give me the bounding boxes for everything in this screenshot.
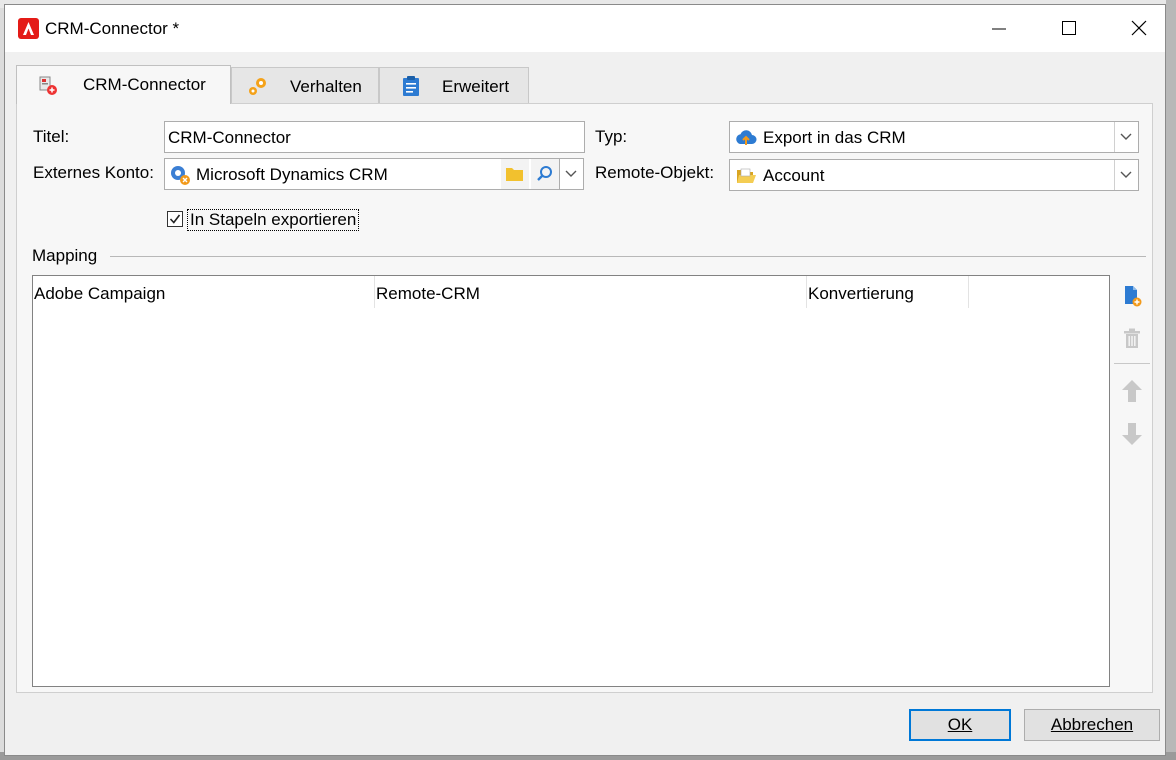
externes-konto-label: Externes Konto:	[33, 163, 154, 182]
cancel-button-label: Abbrechen	[1050, 715, 1134, 734]
externes-konto-value: Microsoft Dynamics CRM	[196, 165, 388, 184]
chevron-down-icon[interactable]	[1114, 122, 1138, 152]
window-title: CRM-Connector *	[45, 19, 180, 38]
add-mapping-icon[interactable]	[1118, 282, 1146, 310]
crm-connector-dialog: CRM-Connector * CRM-Connector Verhalten …	[4, 4, 1166, 756]
column-separator[interactable]	[374, 276, 375, 308]
column-header-remote-crm[interactable]: Remote-CRM	[376, 284, 480, 304]
remote-objekt-select[interactable]: Account	[729, 159, 1139, 191]
titel-input[interactable]: CRM-Connector	[164, 121, 585, 153]
typ-value: Export in das CRM	[763, 128, 906, 147]
background-right-edge	[1166, 0, 1176, 760]
title-bar[interactable]: CRM-Connector *	[5, 5, 1165, 52]
column-header-adobe-campaign[interactable]: Adobe Campaign	[34, 284, 165, 304]
mapping-table[interactable]: Adobe Campaign Remote-CRM Konvertierung	[32, 275, 1110, 687]
arrow-down-icon[interactable]	[1118, 420, 1146, 448]
adobe-app-icon	[18, 18, 39, 39]
batch-export-checkbox[interactable]	[167, 211, 183, 227]
maximize-button[interactable]	[1034, 5, 1104, 52]
arrow-up-icon[interactable]	[1118, 377, 1146, 405]
search-icon[interactable]	[531, 159, 559, 189]
titel-label: Titel:	[33, 127, 70, 146]
minimize-button[interactable]	[964, 5, 1034, 52]
column-separator[interactable]	[806, 276, 807, 308]
tab-verhalten-label: Verhalten	[290, 77, 362, 96]
crm-connector-icon	[37, 75, 59, 97]
column-header-konvertierung[interactable]: Konvertierung	[808, 284, 914, 304]
tab-crm-connector[interactable]: CRM-Connector	[16, 65, 231, 104]
clipboard-icon	[400, 75, 422, 97]
mapping-group-label: Mapping	[32, 246, 98, 265]
dynamics-account-icon	[168, 163, 192, 187]
tab-erweitert[interactable]: Erweitert	[379, 67, 529, 103]
column-separator[interactable]	[968, 276, 969, 308]
ok-button-label: OK	[947, 715, 973, 734]
typ-label: Typ:	[595, 127, 628, 146]
tab-panel: Titel: CRM-Connector Externes Konto: Mic…	[16, 103, 1153, 693]
trash-icon[interactable]	[1118, 325, 1146, 353]
toolbar-divider	[1114, 363, 1150, 364]
gears-icon	[246, 75, 268, 97]
close-button[interactable]	[1104, 5, 1174, 52]
remote-objekt-value: Account	[763, 166, 825, 185]
chevron-down-icon[interactable]	[559, 159, 583, 189]
folder-icon[interactable]	[501, 159, 529, 189]
titel-value: CRM-Connector	[168, 128, 291, 147]
open-folder-icon	[734, 164, 758, 188]
ok-button[interactable]: OK	[909, 709, 1011, 741]
tab-erweitert-label: Erweitert	[442, 77, 510, 96]
chevron-down-icon[interactable]	[1114, 160, 1138, 190]
cloud-upload-icon	[734, 126, 758, 150]
tab-verhalten[interactable]: Verhalten	[231, 67, 379, 103]
tab-crm-connector-label: CRM-Connector	[83, 75, 206, 94]
externes-konto-field[interactable]: Microsoft Dynamics CRM	[164, 158, 584, 190]
cancel-button[interactable]: Abbrechen	[1024, 709, 1160, 741]
mapping-group-divider	[110, 256, 1146, 257]
remote-objekt-label: Remote-Objekt:	[595, 163, 715, 182]
typ-select[interactable]: Export in das CRM	[729, 121, 1139, 153]
batch-export-label[interactable]: In Stapeln exportieren	[187, 209, 360, 231]
